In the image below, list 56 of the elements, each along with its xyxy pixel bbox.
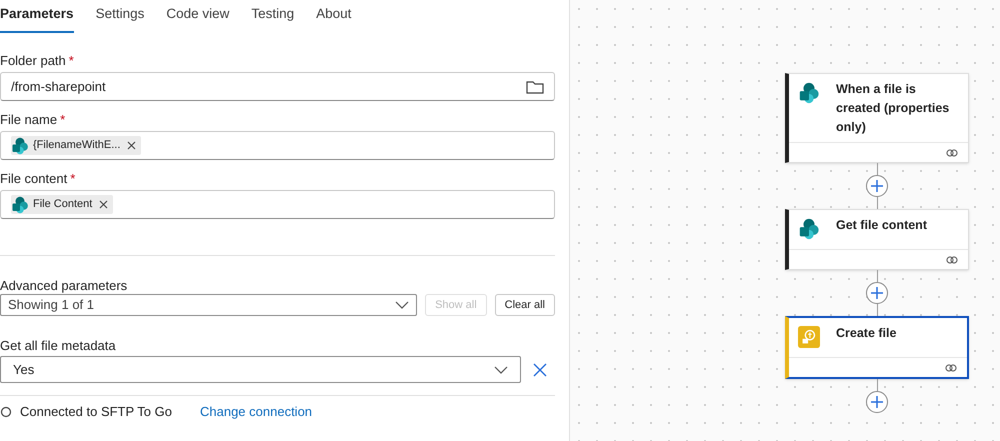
metadata-dropdown[interactable]: Yes — [0, 356, 521, 383]
sharepoint-icon — [798, 218, 820, 240]
parameters-dropdown[interactable]: Showing 1 of 1 — [0, 294, 418, 316]
field-value: /from-sharepoint — [11, 78, 106, 96]
change-connection-link[interactable]: Change connection — [200, 402, 312, 422]
step-title: Get file content — [836, 217, 927, 234]
input-field[interactable]: /from-sharepoint — [0, 72, 555, 101]
connection-icon — [0, 406, 12, 418]
section-label: Advanced parameters — [0, 277, 128, 294]
add-step-button[interactable] — [866, 175, 888, 197]
link-icon — [946, 254, 958, 264]
required-mark: * — [60, 111, 66, 130]
add-step-button[interactable] — [866, 282, 888, 304]
plus-icon — [871, 287, 883, 299]
tab[interactable]: Parameters — [0, 4, 74, 34]
connection-text: Connected to SFTP To Go — [20, 403, 172, 421]
plus-icon — [871, 396, 883, 408]
plus-icon — [871, 180, 883, 192]
sharepoint-icon — [798, 82, 820, 104]
dropdown-value: Showing 1 of 1 — [8, 296, 94, 314]
token-chip[interactable]: File Content — [11, 195, 114, 214]
required-mark: * — [70, 170, 76, 188]
chevron-down-icon — [494, 366, 508, 374]
tab[interactable]: Testing — [251, 4, 294, 34]
folder-icon — [526, 80, 544, 94]
close-icon — [99, 200, 108, 209]
remove-button[interactable] — [533, 362, 547, 376]
add-step-button[interactable] — [866, 391, 888, 413]
step-title: When a file is created (properties only) — [836, 81, 950, 136]
sharepoint-icon — [11, 136, 29, 154]
required-mark: * — [68, 52, 74, 70]
link-icon — [946, 148, 958, 158]
tab[interactable]: About — [316, 4, 352, 34]
close-icon — [533, 362, 547, 376]
input-field[interactable]: File Content — [0, 190, 555, 219]
flow-step-card[interactable]: When a file is created (properties only) — [785, 73, 969, 163]
server-icon — [798, 326, 820, 348]
field-label: File content — [0, 170, 68, 188]
field-label: Get all file metadata — [0, 337, 117, 355]
field-label: File name — [0, 111, 58, 130]
step-title: Create file — [836, 325, 896, 342]
tab[interactable]: Settings — [96, 4, 144, 34]
sharepoint-icon — [11, 196, 29, 214]
token-label: File Content — [33, 197, 92, 212]
input-field[interactable]: {FilenameWithE... — [0, 131, 555, 160]
close-icon — [127, 141, 136, 150]
token-label: {FilenameWithE... — [33, 138, 120, 154]
field-label: Folder path — [0, 52, 66, 70]
chevron-down-icon — [395, 301, 410, 309]
tab[interactable]: Code view — [166, 4, 230, 34]
dropdown-value: Yes — [13, 360, 34, 379]
flow-step-card[interactable]: Get file content — [785, 209, 969, 270]
action-button[interactable]: Clear all — [494, 294, 555, 316]
flow-step-card[interactable]: Create file — [785, 316, 969, 379]
link-icon — [945, 362, 957, 372]
token-chip[interactable]: {FilenameWithE... — [11, 136, 142, 155]
